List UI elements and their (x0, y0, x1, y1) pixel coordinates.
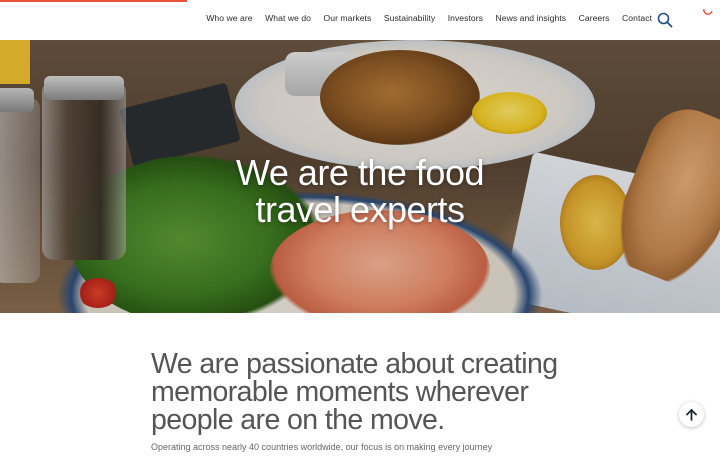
site-header: Who we are What we do Our markets Sustai… (0, 0, 720, 40)
intro-body: Operating across nearly 40 countries wor… (151, 442, 493, 452)
hero-banner: We are the food travel experts (0, 40, 720, 313)
nav-item-news-and-insights[interactable]: News and insights (496, 13, 567, 23)
nav-item-sustainability[interactable]: Sustainability (384, 13, 435, 23)
scroll-to-top-button[interactable] (679, 402, 704, 427)
scroll-progress-bar (0, 0, 188, 2)
intro-heading-line: memorable moments wherever (151, 376, 529, 408)
arrow-up-icon (686, 409, 697, 421)
intro-heading: We are passionate about creating memorab… (151, 348, 571, 436)
hero-title-line: We are the food (236, 152, 485, 194)
search-icon[interactable] (657, 12, 673, 28)
partial-logo-icon (703, 4, 713, 15)
nav-item-careers[interactable]: Careers (579, 13, 610, 23)
nav-item-investors[interactable]: Investors (448, 13, 483, 23)
intro-heading-line: We are passionate about creating (151, 348, 558, 380)
nav-item-who-we-are[interactable]: Who we are (206, 13, 252, 23)
hero-title: We are the food travel experts (0, 154, 720, 228)
nav-item-what-we-do[interactable]: What we do (265, 13, 311, 23)
nav-item-our-markets[interactable]: Our markets (324, 13, 372, 23)
intro-heading-line: people are on the move. (151, 404, 445, 436)
main-nav: Who we are What we do Our markets Sustai… (206, 13, 652, 23)
intro-section: We are passionate about creating memorab… (151, 350, 571, 461)
nav-item-contact[interactable]: Contact (622, 13, 652, 23)
hero-title-line: travel experts (255, 189, 465, 231)
